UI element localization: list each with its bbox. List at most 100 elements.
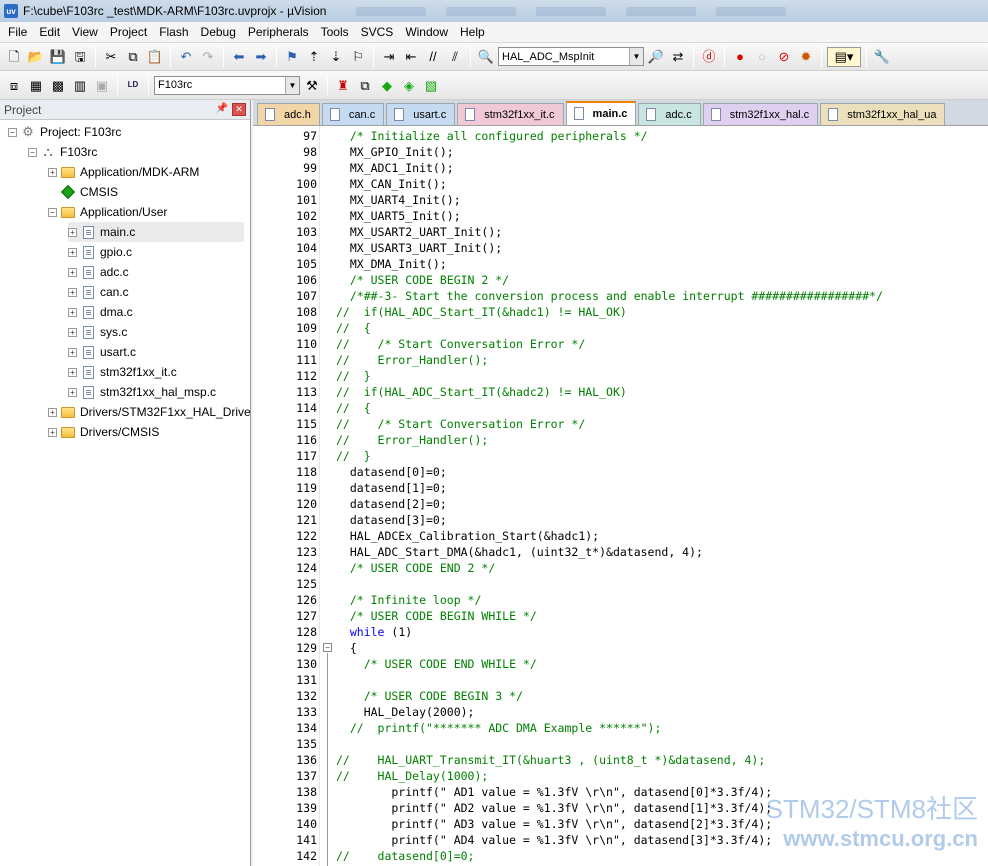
cut-icon[interactable]: ✂ — [101, 47, 121, 67]
expand-icon[interactable]: + — [68, 387, 77, 397]
rebuild-icon[interactable]: ▩ — [48, 75, 68, 95]
menu-file[interactable]: File — [2, 22, 33, 43]
build-icon[interactable]: ▦ — [26, 75, 46, 95]
code-line[interactable]: MX_ADC1_Init(); — [336, 160, 454, 176]
file-extensions-icon[interactable]: ⧉ — [355, 75, 375, 95]
code-line[interactable]: while (1) — [336, 624, 412, 640]
pack-installer-icon[interactable]: ▧ — [421, 75, 441, 95]
code-line[interactable]: MX_USART3_UART_Init(); — [336, 240, 502, 256]
translate-icon[interactable]: ⧈ — [4, 75, 24, 95]
expand-icon[interactable]: + — [68, 267, 77, 277]
code-line[interactable]: MX_CAN_Init(); — [336, 176, 447, 192]
tab-stm32f1xx-it-c[interactable]: stm32f1xx_it.c — [457, 103, 564, 125]
code-line[interactable]: // if(HAL_ADC_Start_IT(&hadc2) != HAL_OK… — [336, 384, 627, 400]
start-debug-icon[interactable]: ⓓ — [699, 47, 719, 67]
code-line[interactable]: // } — [336, 368, 371, 384]
menu-peripherals[interactable]: Peripherals — [242, 22, 315, 43]
code-view[interactable]: /* Initialize all configured peripherals… — [336, 126, 988, 866]
code-line[interactable]: /* USER CODE END 2 */ — [336, 560, 495, 576]
code-line[interactable]: MX_UART5_Init(); — [336, 208, 461, 224]
tree-file[interactable]: + sys.c — [68, 322, 127, 342]
expand-icon[interactable]: + — [68, 367, 77, 377]
code-line[interactable]: /* USER CODE END WHILE */ — [336, 656, 537, 672]
expand-icon[interactable]: + — [68, 327, 77, 337]
code-line[interactable]: MX_USART2_UART_Init(); — [336, 224, 502, 240]
breakpoint-icon[interactable]: ● — [730, 47, 750, 67]
select-packs-icon[interactable]: ◈ — [399, 75, 419, 95]
expand-icon[interactable]: + — [68, 247, 77, 257]
collapse-icon[interactable]: − — [48, 207, 57, 217]
tree-group-4[interactable]: + Drivers/CMSIS — [48, 422, 159, 442]
pin-icon[interactable]: 📌 — [216, 103, 228, 114]
code-line[interactable]: printf(" AD1 value = %1.3fV \r\n", datas… — [336, 784, 772, 800]
window-layout-icon[interactable]: ▤▾ — [827, 46, 861, 67]
menu-help[interactable]: Help — [454, 22, 491, 43]
code-line[interactable]: HAL_Delay(2000); — [336, 704, 475, 720]
manage-components-icon[interactable]: ♜ — [333, 75, 353, 95]
expand-icon[interactable]: + — [68, 227, 77, 237]
bookmark-icon[interactable]: ⚑ — [282, 47, 302, 67]
tree-file[interactable]: + usart.c — [68, 342, 136, 362]
copy-icon[interactable]: ⧉ — [123, 47, 143, 67]
tree-group-3[interactable]: + Drivers/STM32F1xx_HAL_Drive — [48, 402, 251, 422]
tree-group-0[interactable]: + Application/MDK-ARM — [48, 162, 199, 182]
nav-forward-icon[interactable]: ➡ — [251, 47, 271, 67]
tab-can-c[interactable]: can.c — [321, 103, 385, 125]
code-line[interactable]: HAL_ADC_Start_DMA(&hadc1, (uint32_t*)&da… — [336, 544, 703, 560]
code-line[interactable]: datasend[3]=0; — [336, 512, 447, 528]
expand-icon[interactable]: + — [68, 287, 77, 297]
tree-group-2[interactable]: − Application/User — [48, 202, 167, 222]
menu-edit[interactable]: Edit — [33, 22, 66, 43]
tab-adc-h[interactable]: adc.h — [257, 103, 320, 125]
disable-breakpoint-icon[interactable]: ○ — [752, 47, 772, 67]
tab-usart-c[interactable]: usart.c — [386, 103, 456, 125]
tree-file[interactable]: + main.c — [68, 222, 244, 242]
menu-window[interactable]: Window — [399, 22, 454, 43]
unindent-icon[interactable]: ⇤ — [401, 47, 421, 67]
next-bookmark-icon[interactable]: ⇣ — [326, 47, 346, 67]
code-line[interactable]: /* Infinite loop */ — [336, 592, 482, 608]
open-folder-icon[interactable]: 📂 — [26, 47, 46, 67]
code-line[interactable]: datasend[0]=0; — [336, 464, 447, 480]
code-line[interactable]: /* Initialize all configured peripherals… — [336, 128, 648, 144]
tree-file[interactable]: + adc.c — [68, 262, 129, 282]
code-line[interactable]: /* USER CODE BEGIN 2 */ — [336, 272, 509, 288]
indent-icon[interactable]: ⇥ — [379, 47, 399, 67]
tree-file[interactable]: + dma.c — [68, 302, 133, 322]
code-line[interactable]: // datasend[0]=0; — [336, 848, 474, 864]
find-icon[interactable]: 🔎 — [646, 47, 666, 67]
tree-file[interactable]: + can.c — [68, 282, 129, 302]
code-line[interactable]: // /* Start Conversation Error */ — [336, 416, 585, 432]
tab-main-c[interactable]: main.c — [565, 101, 637, 125]
expand-icon[interactable]: + — [48, 167, 57, 177]
fold-collapse-icon[interactable]: − — [323, 643, 332, 652]
code-line[interactable]: MX_GPIO_Init(); — [336, 144, 454, 160]
tab-adc-c[interactable]: adc.c — [638, 103, 701, 125]
redo-icon[interactable]: ↷ — [198, 47, 218, 67]
code-line[interactable]: // /* Start Conversation Error */ — [336, 336, 585, 352]
prev-bookmark-icon[interactable]: ⇡ — [304, 47, 324, 67]
expand-icon[interactable]: + — [48, 407, 57, 417]
code-line[interactable]: // Error_Handler(); — [336, 432, 488, 448]
tree-project-root[interactable]: − ⚙ Project: F103rc — [8, 122, 121, 142]
undo-icon[interactable]: ↶ — [176, 47, 196, 67]
menu-view[interactable]: View — [66, 22, 104, 43]
code-line[interactable]: MX_DMA_Init(); — [336, 256, 447, 272]
code-line[interactable]: printf(" AD3 value = %1.3fV \r\n", datas… — [336, 816, 772, 832]
menu-svcs[interactable]: SVCS — [355, 22, 400, 43]
menu-debug[interactable]: Debug — [195, 22, 242, 43]
tab-stm32f1xx-hal-c[interactable]: stm32f1xx_hal.c — [702, 103, 819, 125]
code-line[interactable]: printf(" AD4 value = %1.3fV \r\n", datas… — [336, 832, 772, 848]
new-file-icon[interactable]: 🗋 — [4, 47, 24, 67]
close-icon[interactable]: ✕ — [232, 103, 246, 116]
code-line[interactable]: // Error_Handler(); — [336, 352, 488, 368]
tab-stm32f1xx-hal-ua[interactable]: stm32f1xx_hal_ua — [820, 103, 946, 125]
download-load-icon[interactable]: LD — [123, 75, 143, 95]
code-line[interactable]: MX_UART4_Init(); — [336, 192, 461, 208]
save-all-icon[interactable]: 🖫 — [70, 47, 90, 67]
configure-icon[interactable]: 🔧 — [872, 47, 892, 67]
code-line[interactable]: /* USER CODE BEGIN 3 */ — [336, 688, 523, 704]
target-combo[interactable]: F103rc ▼ — [154, 75, 300, 95]
uncomment-icon[interactable]: ⫽ — [445, 47, 465, 67]
comment-icon[interactable]: // — [423, 47, 443, 67]
